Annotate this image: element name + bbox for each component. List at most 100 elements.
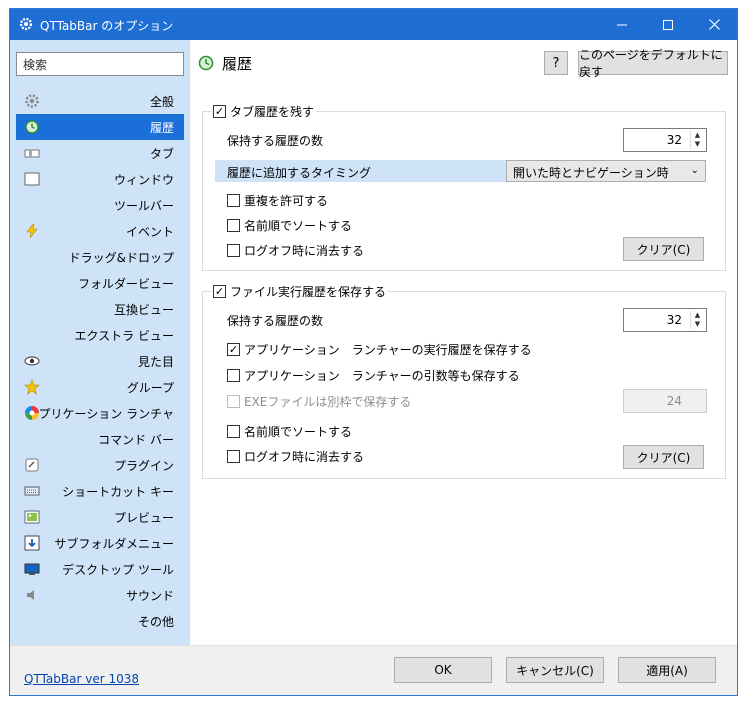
sidebar-item[interactable]: 見た目 bbox=[16, 348, 184, 374]
sidebar-item[interactable]: ウィンドウ bbox=[16, 166, 184, 192]
search-input[interactable]: 検索 bbox=[16, 52, 184, 76]
sidebar-item[interactable]: サウンド bbox=[16, 582, 184, 608]
sidebar-nav: 全般履歴 タブ ウィンドウツールバーイベントドラッグ&ドロップフォルダービュー互換ビ… bbox=[16, 88, 184, 634]
speaker-icon bbox=[24, 587, 40, 603]
sidebar-item-label: ツールバー bbox=[113, 198, 174, 213]
sidebar-item-label: 互換ビュー bbox=[113, 302, 174, 317]
tab-logoff-clear-option[interactable]: ログオフ時に消去する bbox=[227, 242, 364, 259]
exe-separate-checkbox[interactable] bbox=[227, 395, 240, 408]
sidebar-item[interactable]: 全般 bbox=[16, 88, 184, 114]
timing-select[interactable]: 開いた時とナビゲーション時 ⌄ bbox=[506, 160, 706, 182]
tab-history-checkbox[interactable]: ✓ bbox=[213, 105, 226, 118]
launcher-history-label: アプリケーション ランチャーの実行履歴を保存する bbox=[244, 343, 532, 357]
file-history-checkbox[interactable]: ✓ bbox=[213, 285, 226, 298]
file-history-count-label: 保持する履歴の数 bbox=[227, 314, 324, 328]
close-icon bbox=[708, 19, 720, 30]
exe-separate-option[interactable]: EXEファイルは別枠で保存する bbox=[227, 393, 411, 410]
sidebar-item[interactable]: イベント bbox=[16, 218, 184, 244]
sidebar-item[interactable]: プラグイン bbox=[16, 452, 184, 478]
sidebar-item[interactable]: ツールバー bbox=[16, 192, 184, 218]
page-title: 履歴 bbox=[222, 54, 253, 73]
sidebar-item-label: グループ bbox=[126, 380, 174, 395]
window-icon bbox=[24, 171, 40, 187]
settings-panel: 履歴 ? このページをデフォルトに戻す ✓ タブ履歴を残す 保持する履歴の数 3… bbox=[190, 40, 737, 645]
launcher-history-option[interactable]: ✓ アプリケーション ランチャーの実行履歴を保存する bbox=[227, 341, 532, 358]
file-sort-option[interactable]: 名前順でソートする bbox=[227, 423, 352, 440]
sidebar-item[interactable]: フォルダービュー bbox=[16, 270, 184, 296]
file-logoff-clear-option[interactable]: ログオフ時に消去する bbox=[227, 448, 364, 465]
sidebar-item[interactable]: ドラッグ&ドロップ bbox=[16, 244, 184, 270]
exe-count-spinner: 24 bbox=[623, 389, 707, 413]
reset-defaults-button[interactable]: このページをデフォルトに戻す bbox=[578, 48, 728, 79]
lightning-icon bbox=[24, 223, 40, 239]
file-history-count-value: 32 bbox=[666, 313, 682, 327]
launcher-icon bbox=[24, 405, 40, 421]
sidebar-item-label: コマンド バー bbox=[98, 432, 174, 447]
tab-history-count-value: 32 bbox=[666, 133, 682, 147]
maximize-icon bbox=[663, 19, 673, 30]
sidebar-item-label: 見た目 bbox=[137, 354, 174, 369]
apply-button[interactable]: 適用(A) bbox=[618, 657, 716, 683]
cancel-button[interactable]: キャンセル(C) bbox=[506, 657, 604, 683]
sidebar-item[interactable]: アプリケーション ランチャ bbox=[16, 400, 184, 426]
timing-label: 履歴に追加するタイミング bbox=[227, 166, 372, 180]
page-header: 履歴 bbox=[198, 52, 252, 74]
tab-icon bbox=[24, 145, 40, 161]
launcher-args-option[interactable]: アプリケーション ランチャーの引数等も保存する bbox=[227, 367, 520, 384]
close-button[interactable] bbox=[691, 9, 737, 40]
timing-row: 履歴に追加するタイミング bbox=[227, 164, 371, 181]
sidebar-item-label: フォルダービュー bbox=[77, 276, 174, 291]
help-button[interactable]: ? bbox=[544, 51, 568, 75]
window-title: QTTabBar のオプション bbox=[40, 19, 174, 33]
tab-sort-checkbox[interactable] bbox=[227, 219, 240, 232]
file-logoff-clear-checkbox[interactable] bbox=[227, 450, 240, 463]
file-history-toggle[interactable]: ✓ ファイル実行履歴を保存する bbox=[211, 283, 389, 300]
file-history-count-row: 保持する履歴の数 bbox=[227, 312, 323, 329]
launcher-history-checkbox[interactable]: ✓ bbox=[227, 343, 240, 356]
file-history-clear-button[interactable]: クリア(C) bbox=[623, 445, 704, 469]
desktop-icon bbox=[24, 561, 40, 577]
sidebar-item[interactable]: グループ bbox=[16, 374, 184, 400]
sidebar-item[interactable]: サブフォルダメニュー bbox=[16, 530, 184, 556]
tab-history-toggle[interactable]: ✓ タブ履歴を残す bbox=[211, 103, 317, 120]
file-sort-checkbox[interactable] bbox=[227, 425, 240, 438]
file-history-group: ✓ ファイル実行履歴を保存する 保持する履歴の数 32 ▲ ▼ ✓ アプリケーショ… bbox=[202, 283, 726, 479]
version-link[interactable]: QTTabBar ver 1038 bbox=[24, 672, 139, 686]
sidebar: 検索 全般履歴 タブ ウィンドウツールバーイベントドラッグ&ドロップフォルダービュー… bbox=[10, 40, 190, 645]
sidebar-item[interactable]: コマンド バー bbox=[16, 426, 184, 452]
exe-separate-label: EXEファイルは別枠で保存する bbox=[244, 395, 412, 409]
sidebar-item[interactable]: 互換ビュー bbox=[16, 296, 184, 322]
file-history-count-spinner[interactable]: 32 ▲ ▼ bbox=[623, 308, 707, 332]
sidebar-item[interactable]: エクストラ ビュー bbox=[16, 322, 184, 348]
tab-history-clear-button[interactable]: クリア(C) bbox=[623, 237, 704, 261]
tab-history-label: タブ履歴を残す bbox=[230, 105, 315, 119]
ok-button[interactable]: OK bbox=[394, 657, 492, 683]
sidebar-item[interactable]: ショートカット キー bbox=[16, 478, 184, 504]
sidebar-item[interactable]: タブ bbox=[16, 140, 184, 166]
sidebar-item-label: ショートカット キー bbox=[62, 484, 174, 499]
allow-duplicates-option[interactable]: 重複を許可する bbox=[227, 192, 328, 209]
launcher-args-label: アプリケーション ランチャーの引数等も保存する bbox=[244, 369, 520, 383]
launcher-args-checkbox[interactable] bbox=[227, 369, 240, 382]
history-icon bbox=[198, 55, 214, 71]
sidebar-item-label: デスクトップ ツール bbox=[62, 562, 174, 577]
sidebar-item[interactable]: その他 bbox=[16, 608, 184, 634]
minimize-button[interactable] bbox=[599, 9, 645, 40]
sidebar-item-label: イベント bbox=[125, 224, 174, 239]
spin-arrows[interactable]: ▲ ▼ bbox=[690, 311, 704, 329]
sidebar-item[interactable]: デスクトップ ツール bbox=[16, 556, 184, 582]
sidebar-item[interactable]: プレビュー bbox=[16, 504, 184, 530]
tab-history-group: ✓ タブ履歴を残す 保持する履歴の数 32 ▲ ▼ 履歴に追加するタイミング 開い… bbox=[202, 103, 726, 271]
allow-duplicates-checkbox[interactable] bbox=[227, 194, 240, 207]
footer: QTTabBar ver 1038 OK キャンセル(C) 適用(A) bbox=[10, 645, 737, 695]
spin-arrows[interactable]: ▲ ▼ bbox=[690, 131, 704, 149]
sidebar-item-label: ドラッグ&ドロップ bbox=[68, 250, 174, 265]
maximize-button[interactable] bbox=[645, 9, 691, 40]
tab-logoff-clear-checkbox[interactable] bbox=[227, 244, 240, 257]
sidebar-item[interactable]: 履歴 bbox=[16, 114, 184, 140]
title-bar[interactable]: QTTabBar のオプション bbox=[10, 9, 737, 40]
tab-history-count-spinner[interactable]: 32 ▲ ▼ bbox=[623, 128, 707, 152]
tab-sort-option[interactable]: 名前順でソートする bbox=[227, 217, 352, 234]
plugin-icon bbox=[24, 457, 40, 473]
sidebar-item-label: 全般 bbox=[149, 94, 174, 109]
